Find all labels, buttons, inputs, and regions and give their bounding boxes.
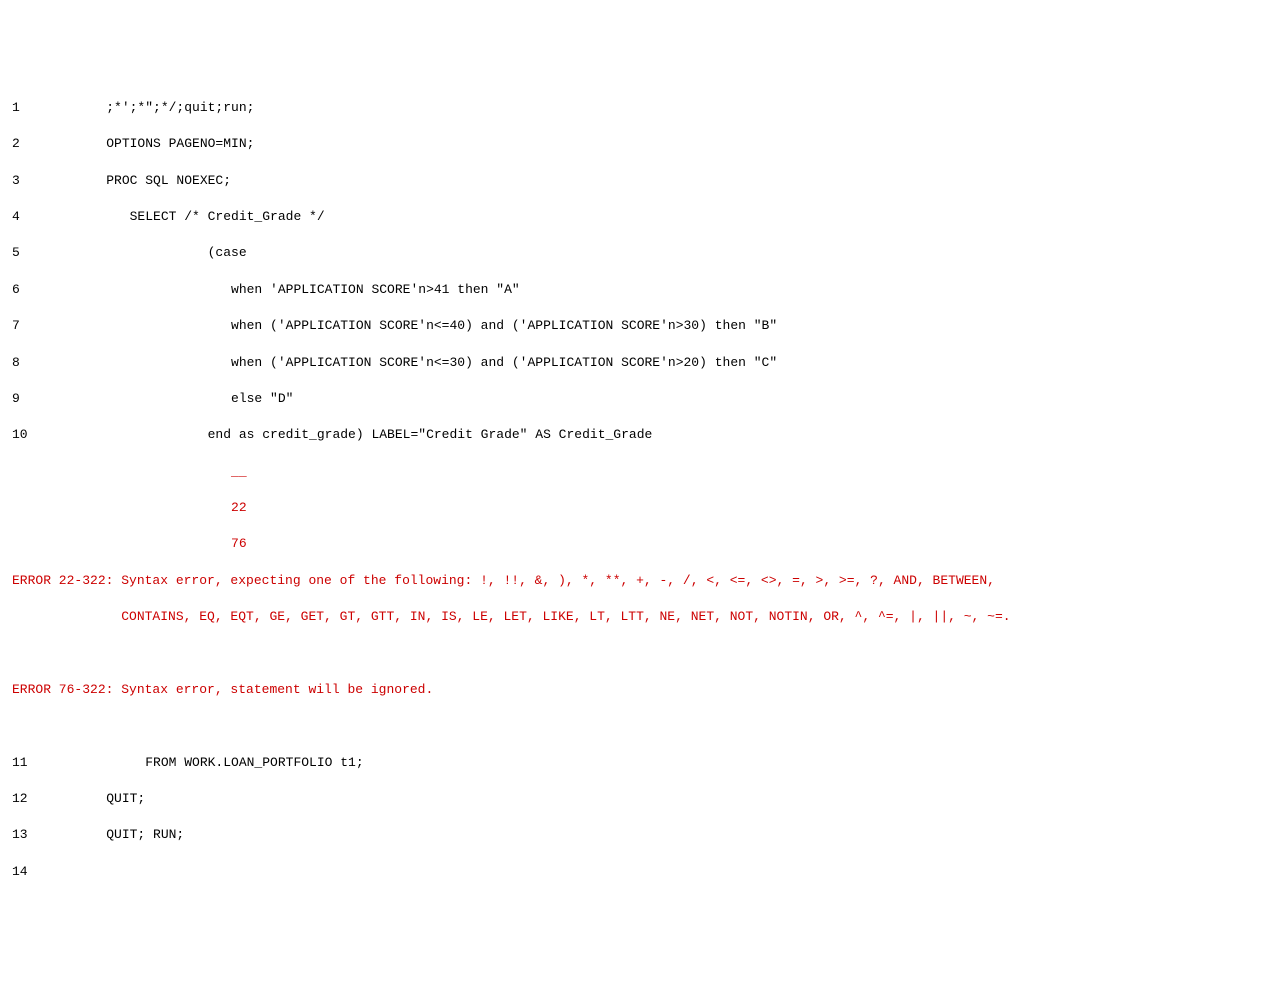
code-text: ;*';*";*/;quit;run; [36, 99, 254, 117]
line-number: 14 [12, 863, 36, 881]
error-line: ERROR 76-322: Syntax error, statement wi… [12, 681, 1262, 699]
line-number: 3 [12, 172, 36, 190]
error-text: Syntax error, statement will be ignored. [121, 681, 433, 699]
line-number: 5 [12, 244, 36, 262]
blank [12, 717, 20, 735]
code-text: (case [36, 244, 247, 262]
line-number [12, 535, 36, 553]
error-marker-underline: __ [36, 463, 247, 481]
code-text: when ('APPLICATION SCORE'n<=30) and ('AP… [36, 354, 777, 372]
log-line: 5 (case [12, 244, 1262, 262]
line-number: 12 [12, 790, 36, 808]
line-number: 7 [12, 317, 36, 335]
error-line: ERROR 22-322: Syntax error, expecting on… [12, 572, 1262, 590]
line-number: 9 [12, 390, 36, 408]
log-line: 14 [12, 863, 1262, 881]
line-number: 10 [12, 426, 36, 444]
code-text: QUIT; [36, 790, 145, 808]
code-text: QUIT; RUN; [36, 826, 184, 844]
log-line: 3 PROC SQL NOEXEC; [12, 172, 1262, 190]
error-text: Syntax error, expecting one of the follo… [121, 572, 995, 590]
log-line: 12 QUIT; [12, 790, 1262, 808]
log-line: 8 when ('APPLICATION SCORE'n<=30) and ('… [12, 354, 1262, 372]
blank-line [12, 645, 1262, 663]
error-label: ERROR 76-322: [12, 681, 121, 699]
log-line: 7 when ('APPLICATION SCORE'n<=40) and ('… [12, 317, 1262, 335]
code-text: else "D" [36, 390, 293, 408]
log-line: 13 QUIT; RUN; [12, 826, 1262, 844]
log-line: 2 OPTIONS PAGENO=MIN; [12, 135, 1262, 153]
error-label: ERROR 22-322: [12, 572, 121, 590]
line-number: 11 [12, 754, 36, 772]
log-line: 4 SELECT /* Credit_Grade */ [12, 208, 1262, 226]
error-marker-line: 76 [12, 535, 1262, 553]
line-number: 1 [12, 99, 36, 117]
log-line: 10 end as credit_grade) LABEL="Credit Gr… [12, 426, 1262, 444]
line-number: 13 [12, 826, 36, 844]
code-text: when ('APPLICATION SCORE'n<=40) and ('AP… [36, 317, 777, 335]
log-line: 9 else "D" [12, 390, 1262, 408]
log-line: 11 FROM WORK.LOAN_PORTFOLIO t1; [12, 754, 1262, 772]
line-number: 2 [12, 135, 36, 153]
log-line: 6 when 'APPLICATION SCORE'n>41 then "A" [12, 281, 1262, 299]
error-marker-line: __ [12, 463, 1262, 481]
error-marker-code: 76 [36, 535, 247, 553]
line-number: 6 [12, 281, 36, 299]
line-number [12, 499, 36, 517]
line-number [12, 463, 36, 481]
blank-line [12, 717, 1262, 735]
code-text: FROM WORK.LOAN_PORTFOLIO t1; [36, 754, 364, 772]
code-text: when 'APPLICATION SCORE'n>41 then "A" [36, 281, 520, 299]
line-number: 4 [12, 208, 36, 226]
blank [12, 645, 20, 663]
sas-log: 1 ;*';*";*/;quit;run; 2 OPTIONS PAGENO=M… [12, 81, 1262, 899]
error-marker-code: 22 [36, 499, 247, 517]
code-text: end as credit_grade) LABEL="Credit Grade… [36, 426, 652, 444]
log-line: 1 ;*';*";*/;quit;run; [12, 99, 1262, 117]
line-number: 8 [12, 354, 36, 372]
code-text: PROC SQL NOEXEC; [36, 172, 231, 190]
error-marker-line: 22 [12, 499, 1262, 517]
error-line: CONTAINS, EQ, EQT, GE, GET, GT, GTT, IN,… [12, 608, 1262, 626]
code-text: OPTIONS PAGENO=MIN; [36, 135, 254, 153]
code-text: SELECT /* Credit_Grade */ [36, 208, 325, 226]
error-text: CONTAINS, EQ, EQT, GE, GET, GT, GTT, IN,… [12, 608, 1011, 626]
